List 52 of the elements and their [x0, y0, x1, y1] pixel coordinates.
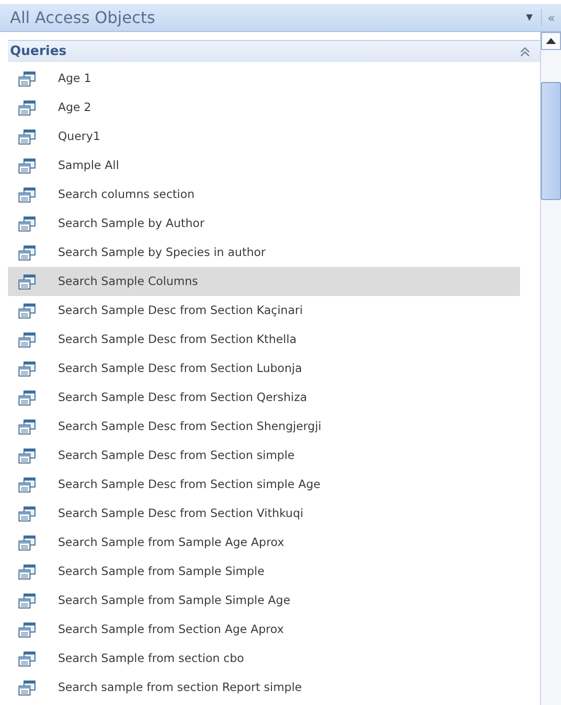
query-item[interactable]: Search Sample by Species in author [8, 238, 520, 267]
query-item[interactable]: Search Sample Columns [8, 267, 520, 296]
query-icon [18, 506, 36, 522]
query-item[interactable]: Search Sample Desc from Section Lubonja [8, 354, 520, 383]
query-item[interactable]: Search Sample by Author [8, 209, 520, 238]
scroll-thumb[interactable] [541, 82, 561, 200]
query-item[interactable]: Search Sample from section cbo [8, 644, 520, 673]
query-icon [18, 128, 36, 144]
query-item[interactable]: Search Sample Desc from Section simple Age [8, 470, 520, 499]
query-item[interactable]: Search Sample Desc from Section Qershiza [8, 383, 520, 412]
query-item[interactable]: Search Sample Desc from Section Kthella [8, 325, 520, 354]
query-item[interactable]: Age 2 [8, 93, 520, 122]
query-item[interactable]: Search Sample from Section Age Aprox [8, 615, 520, 644]
query-icon [18, 186, 36, 202]
query-icon [18, 418, 36, 434]
query-item[interactable]: Query1 [8, 122, 520, 151]
scroll-up-button[interactable] [541, 32, 561, 50]
pane-title: All Access Objects [9, 6, 156, 28]
query-icon [18, 592, 36, 608]
query-item[interactable]: Search Sample Desc from Section Shengjergji [8, 412, 520, 441]
query-icon [18, 100, 36, 116]
query-icon [18, 650, 36, 666]
query-icon [18, 302, 36, 318]
query-item[interactable]: Search Sample from Sample Simple Age [8, 586, 520, 615]
query-icon [18, 274, 36, 290]
query-icon [18, 70, 36, 86]
up-arrow-icon [546, 38, 556, 44]
group-header[interactable]: Queries [8, 40, 540, 62]
query-icon [18, 360, 36, 376]
query-icon [18, 622, 36, 638]
query-item[interactable]: Search Sample Desc from Section Vithkuqi [8, 499, 520, 528]
group-title: Queries [10, 42, 67, 61]
query-icon [18, 680, 36, 696]
query-icon [18, 216, 36, 232]
query-item[interactable]: Sample All [8, 151, 520, 180]
query-item[interactable]: Search Sample Desc from Section Kaçinari [8, 296, 520, 325]
query-icon [18, 390, 36, 406]
dropdown-button[interactable]: ▾ [518, 8, 541, 28]
query-icon [18, 534, 36, 550]
query-item[interactable]: Search Sample Desc from Section simple [8, 441, 520, 470]
query-item[interactable]: Search columns section [8, 180, 520, 209]
query-item[interactable]: Search Sample from Sample Age Aprox [8, 528, 520, 557]
query-icon [18, 448, 36, 464]
query-item[interactable]: Age 1 [8, 64, 520, 93]
scrollbar[interactable] [540, 32, 561, 705]
query-icon [18, 332, 36, 348]
query-item[interactable]: Search sample from section Report simple [8, 673, 520, 702]
query-item[interactable]: Search Sample from Sample Simple [8, 557, 520, 586]
query-icon [18, 564, 36, 580]
query-icon [18, 476, 36, 492]
query-icon [18, 158, 36, 174]
query-icon [18, 244, 36, 260]
